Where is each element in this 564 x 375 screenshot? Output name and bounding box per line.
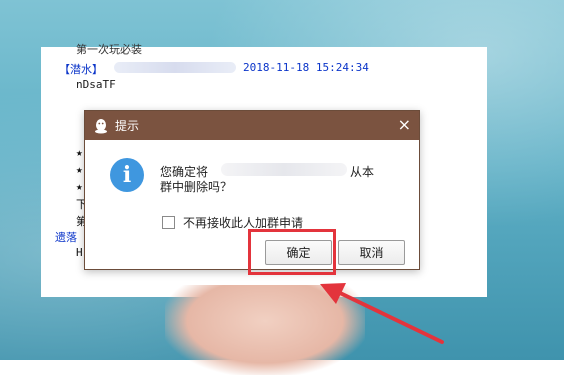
annotation-arrow — [320, 283, 444, 344]
